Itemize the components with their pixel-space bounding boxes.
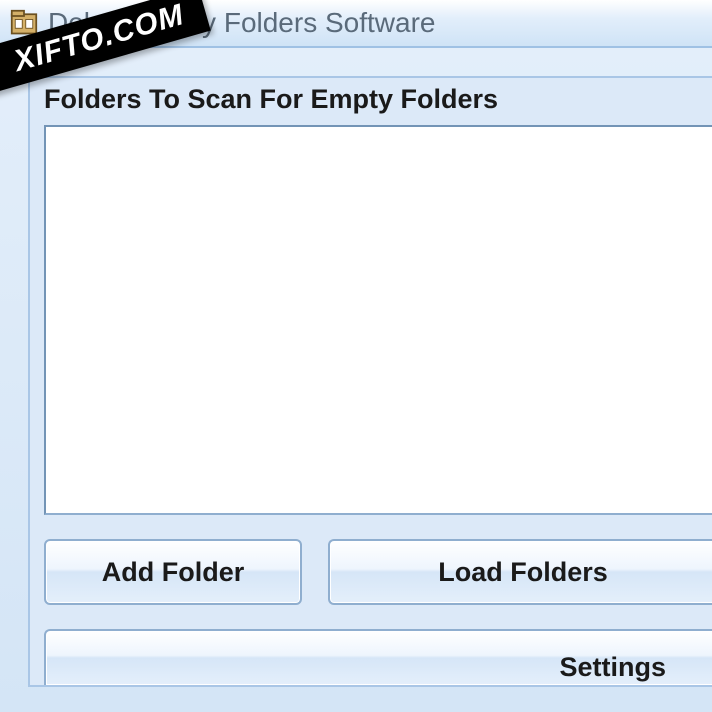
settings-row: Settings [30,629,712,685]
settings-button[interactable]: Settings [44,629,712,685]
folders-group: Folders To Scan For Empty Folders Add Fo… [28,76,712,687]
load-folders-button[interactable]: Load Folders [328,539,712,605]
add-folder-button[interactable]: Add Folder [44,539,302,605]
button-row: Add Folder Load Folders [30,539,712,629]
app-window: Del Empty Folders Software Folders To Sc… [0,0,712,712]
client-area: Folders To Scan For Empty Folders Add Fo… [0,48,712,712]
folders-listbox[interactable] [44,125,712,515]
group-label: Folders To Scan For Empty Folders [30,78,712,125]
